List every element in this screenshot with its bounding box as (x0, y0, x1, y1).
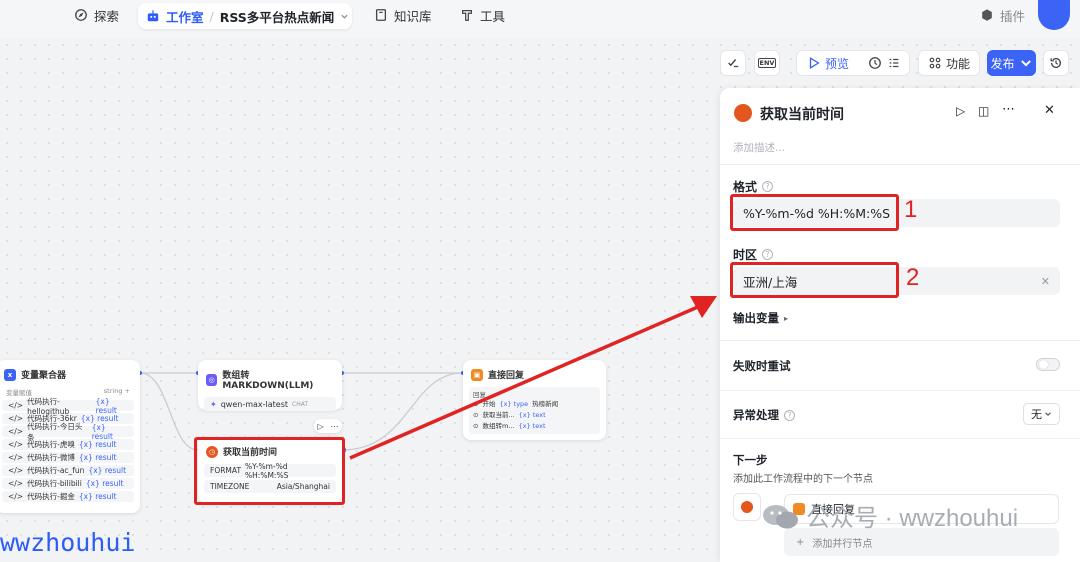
next-step-desc: 添加此工作流程中的下一个节点 (733, 474, 873, 485)
error-handling-label: 异常处理 ? (733, 407, 795, 423)
checklist-icon[interactable] (887, 56, 901, 70)
chevron-down-icon (1020, 60, 1031, 67)
more-icon[interactable]: ⋯ (1002, 102, 1015, 117)
description-input[interactable]: 添加描述... (733, 140, 785, 155)
help-icon[interactable]: ? (784, 409, 795, 421)
node-llm[interactable]: ◎ 数组转MARKDOWN(LLM) ✦ qwen-max-latest CHA… (198, 360, 342, 411)
docs-icon[interactable]: ◫ (978, 104, 989, 118)
avatar[interactable] (1038, 0, 1070, 30)
checklist-button[interactable] (720, 50, 746, 76)
apps-icon (929, 57, 941, 69)
code-icon: </> (8, 440, 24, 449)
model-row: ✦ qwen-max-latest CHAT (204, 397, 336, 411)
llm-icon: ◎ (206, 373, 218, 386)
aggregator-row: </> 代码执行-hellogithub {x} result (2, 397, 134, 416)
node-direct-reply[interactable]: ▣ 直接回复 回复 ⊙ 开始 {x} type 热榜新闻 ⊙ 获取当前... {x} tex… (463, 360, 606, 440)
watermark: 公众号 · wwzhouhui (760, 498, 1018, 533)
reply-rows: ⊙ 开始 {x} type 热榜新闻 ⊙ 获取当前... {x} text ⊙ 数组转m...{… (473, 399, 596, 432)
aggregator-row: </> 代码执行-掘金 {x} result (2, 491, 134, 502)
aggregator-row: </> 代码执行-虎嗅 {x} result (2, 439, 134, 450)
code-icon: </> (8, 453, 24, 462)
current-node-chip (733, 493, 761, 521)
caret-right-icon: ▸ (784, 313, 789, 323)
clear-icon[interactable]: ✕ (1041, 275, 1050, 288)
wechat-icon (763, 504, 798, 528)
retry-toggle[interactable] (1036, 358, 1060, 371)
chevron-down-icon (1045, 412, 1051, 416)
code-icon: </> (8, 492, 24, 501)
reply-row: ⊙ 开始 {x} type 热榜新闻 (473, 400, 559, 408)
reply-row: ⊙ 获取当前... {x} text (473, 411, 546, 419)
plus-icon: + (796, 536, 805, 548)
node-mini-toolbar: ▷ ⋯ (314, 419, 342, 433)
highlight-format (730, 194, 899, 231)
code-icon: </> (8, 414, 24, 423)
model-icon: ✦ (210, 399, 217, 409)
history-run-icon[interactable] (868, 56, 882, 70)
env-button[interactable]: ENV (754, 50, 780, 76)
code-icon: </> (8, 466, 24, 475)
panel-title: 获取当前时间 (760, 107, 844, 123)
close-icon[interactable]: ✕ (1044, 103, 1055, 118)
aggregator-row: </> 代码执行-ac_fun {x} result (2, 465, 134, 476)
node-ref-icon: ⊙ (473, 422, 479, 430)
help-icon[interactable]: ? (762, 181, 774, 192)
cube-icon (982, 9, 992, 21)
next-step-label: 下一步 (733, 453, 768, 467)
clock-icon (741, 501, 753, 513)
aggregator-row: </> 代码执行-bilibili {x} result (2, 478, 134, 489)
publish-button[interactable]: 发布 (987, 50, 1036, 76)
node-ref-icon: ⊙ (473, 400, 479, 408)
more-icon[interactable]: ⋯ (331, 422, 339, 431)
node-settings-panel: 获取当前时间 ▷ ◫ ⋯ ✕ 添加描述... 格式 ? %Y-%m-%d %H:… (720, 88, 1080, 562)
play-icon[interactable]: ▷ (317, 422, 323, 431)
code-icon: </> (8, 401, 24, 410)
features-button[interactable]: 功能 (918, 50, 980, 76)
nav-plugins[interactable]: 插件 (980, 0, 1025, 30)
plus-icon[interactable]: + (125, 387, 130, 395)
format-label: 格式 ? (733, 178, 774, 195)
play-icon (809, 57, 820, 69)
node-ref-icon: ⊙ (473, 411, 479, 419)
clock-icon (734, 104, 752, 122)
error-handling-select[interactable]: 无 (1023, 403, 1060, 425)
highlight-time-node (194, 437, 345, 505)
aggregator-row: </> 代码执行-今日头条 {x} result (2, 422, 134, 442)
run-node-icon[interactable]: ▷ (956, 104, 965, 118)
checklist-icon (728, 59, 739, 68)
code-icon: </> (8, 427, 24, 436)
reply-icon: ▣ (471, 368, 483, 381)
preview-group: 预览 (796, 50, 910, 76)
timezone-label: 时区 ? (733, 246, 774, 263)
variable-icon: x (4, 368, 16, 381)
aggregator-row: </> 代码执行-微博 {x} result (2, 452, 134, 463)
version-history-button[interactable] (1043, 50, 1069, 76)
help-icon[interactable]: ? (762, 249, 774, 260)
output-variables-toggle[interactable]: 输出变量 ▸ (733, 310, 788, 326)
highlight-timezone (730, 262, 899, 298)
author-handle: wwzhouhui (0, 528, 136, 557)
reply-row: ⊙ 数组转m... {x} text (473, 422, 546, 430)
preview-button[interactable]: 预览 (807, 55, 849, 72)
history-icon (1050, 57, 1062, 68)
aggregator-rows: </> 代码执行-hellogithub {x} result </> 代码执行-36k… (0, 397, 140, 502)
code-icon: </> (8, 479, 24, 488)
node-variable-aggregator[interactable]: x 变量聚合器 变量赋值 string + </> 代码执行-hellogithu… (0, 360, 140, 513)
retry-label: 失败时重试 (733, 359, 791, 373)
